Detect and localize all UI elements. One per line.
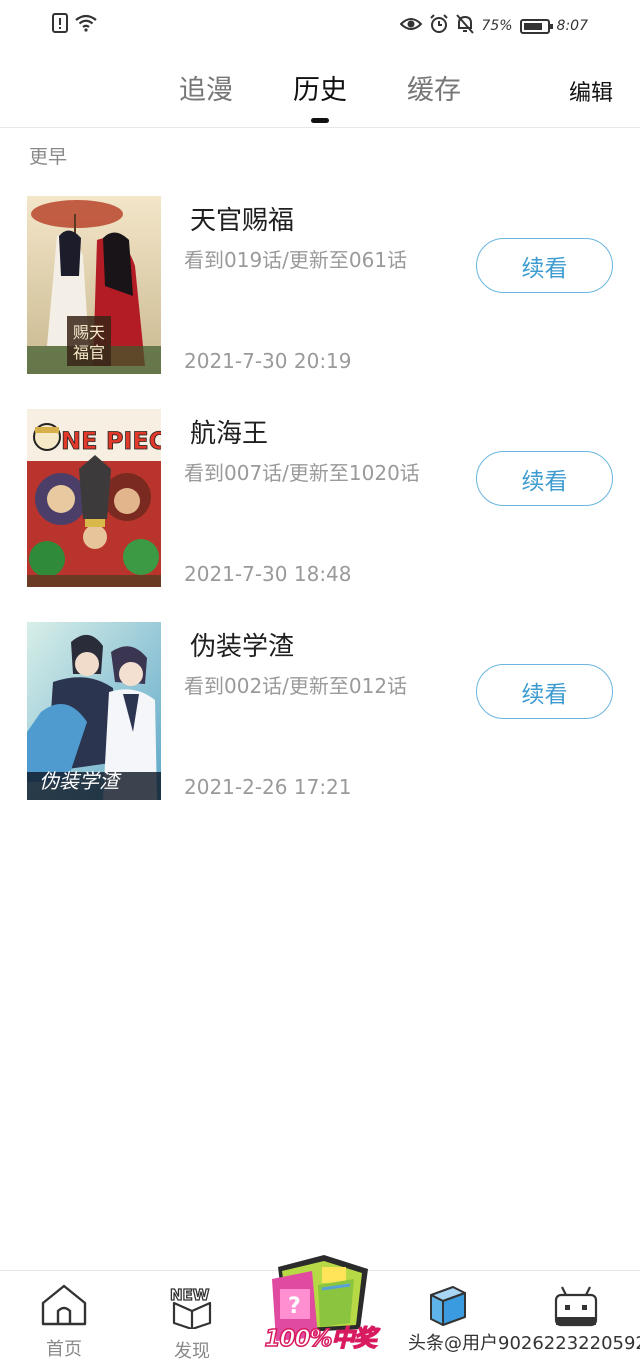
list-item[interactable]: 赐天 福官 天官赐福 看到019话/更新至061话 2021-7-30 20:1… — [0, 196, 640, 376]
list-item[interactable]: NE PIECE 航海王 看到007话/更新至1020话 2021-7-30 1… — [0, 409, 640, 589]
svg-text:?: ? — [288, 1294, 301, 1319]
comic-title[interactable]: 天官赐福 — [190, 200, 294, 237]
battery-percent: 75% — [481, 18, 513, 34]
nav-item-discover[interactable]: NEW 发现 — [157, 1283, 227, 1363]
comic-cover[interactable]: 赐天 福官 — [27, 196, 161, 374]
comic-progress: 看到002话/更新至012话 — [184, 674, 408, 698]
promo-text: 100%中奖 — [264, 1325, 378, 1353]
battery-icon — [519, 18, 553, 34]
svg-text:福官: 福官 — [73, 343, 105, 362]
svg-text:伪装学渣: 伪装学渣 — [39, 769, 122, 793]
comic-title[interactable]: 航海王 — [190, 413, 268, 450]
continue-reading-button[interactable]: 续看 — [476, 238, 613, 293]
eye-icon — [400, 16, 423, 36]
alert-icon — [52, 13, 68, 37]
list-item[interactable]: 伪装学渣 伪装学渣 看到002话/更新至012话 2021-2-26 17:21… — [0, 622, 640, 802]
wifi-icon — [74, 13, 98, 37]
watermark-text: 头条@用户9026223220592 — [408, 1333, 640, 1354]
bottom-nav: 首页 NEW 发现 ? 100%中奖 头条@用户9026223220592 — [0, 1255, 640, 1370]
comic-progress: 看到019话/更新至061话 — [184, 248, 408, 272]
alarm-icon — [429, 14, 449, 38]
comic-cover[interactable]: NE PIECE — [27, 409, 161, 587]
nav-label-discover: 发现 — [174, 1341, 210, 1362]
svg-text:NE PIECE: NE PIECE — [61, 427, 161, 455]
status-right: 75% 8:07 — [400, 14, 588, 38]
comic-progress: 看到007话/更新至1020话 — [184, 461, 420, 485]
active-tab-indicator — [311, 118, 329, 123]
section-label-earlier: 更早 — [29, 146, 68, 168]
status-bar: 75% 8:07 — [0, 0, 640, 50]
mute-icon — [456, 14, 475, 38]
svg-text:NEW: NEW — [170, 1286, 210, 1304]
book-icon — [425, 1283, 471, 1333]
nav-item-home[interactable]: 首页 — [29, 1283, 99, 1363]
comic-last-read-time: 2021-7-30 20:19 — [184, 349, 352, 373]
tab-follow[interactable]: 追漫 — [179, 68, 233, 107]
comic-title[interactable]: 伪装学渣 — [190, 626, 294, 663]
promo-lottery-banner[interactable]: ? 100%中奖 — [258, 1249, 382, 1361]
status-left — [52, 13, 98, 37]
comic-cover[interactable]: 伪装学渣 — [27, 622, 161, 800]
continue-reading-button[interactable]: 续看 — [476, 451, 613, 506]
edit-button[interactable]: 编辑 — [569, 75, 613, 107]
clock-time: 8:07 — [556, 18, 588, 34]
new-box-icon: NEW — [166, 1283, 218, 1333]
tab-cache[interactable]: 缓存 — [407, 68, 461, 107]
comic-last-read-time: 2021-2-26 17:21 — [184, 775, 352, 799]
home-icon — [39, 1283, 89, 1331]
top-tab-bar: 追漫 历史 缓存 编辑 — [0, 50, 640, 128]
robot-icon — [552, 1283, 600, 1333]
comic-last-read-time: 2021-7-30 18:48 — [184, 562, 352, 586]
svg-text:赐天: 赐天 — [73, 323, 105, 342]
tab-history[interactable]: 历史 — [293, 68, 347, 107]
nav-label-home: 首页 — [46, 1339, 82, 1360]
continue-reading-button[interactable]: 续看 — [476, 664, 613, 719]
